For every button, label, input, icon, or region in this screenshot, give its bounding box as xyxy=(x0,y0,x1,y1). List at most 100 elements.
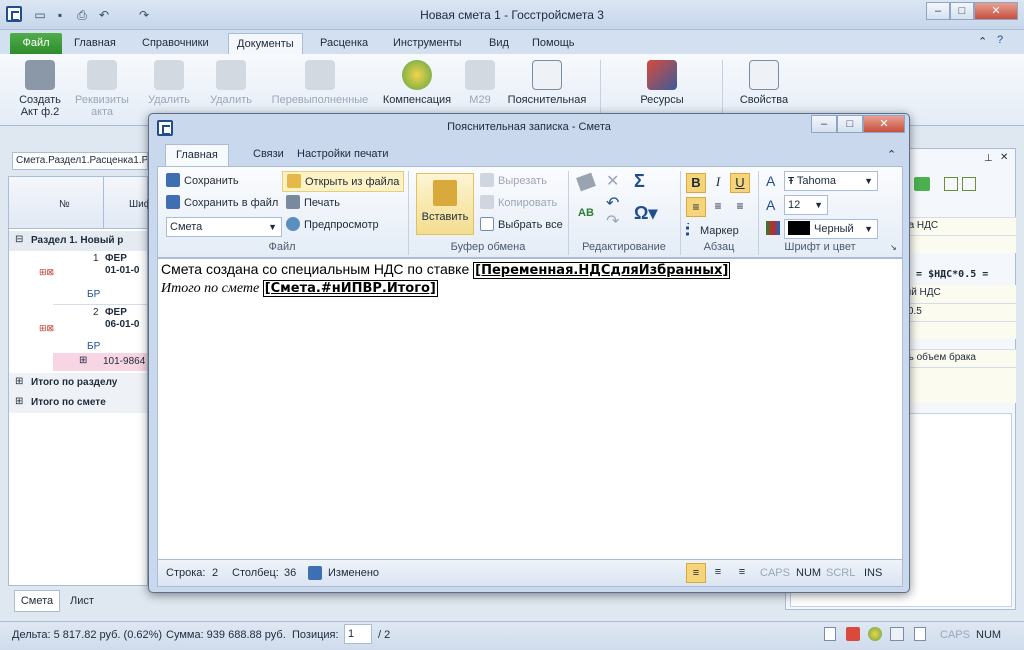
coin-icon[interactable] xyxy=(868,627,882,641)
resource-code: 101-9864 xyxy=(103,356,146,367)
estimate-total-row[interactable]: ⊞ Итого по смете xyxy=(9,393,147,413)
align-left-button[interactable]: ≡ xyxy=(686,563,706,583)
expand-icon[interactable]: ⊞⊠ xyxy=(39,323,54,334)
dialog-title: Пояснительная записка - Смета xyxy=(447,121,611,133)
tab-tools[interactable]: Инструменты xyxy=(385,33,470,54)
symbol-icon[interactable]: Ω▾ xyxy=(634,203,657,224)
delete-button-1[interactable]: Удалить xyxy=(142,60,196,106)
note-editor[interactable]: Смета создана со специальным НДС по став… xyxy=(157,258,903,560)
template-select[interactable]: Смета ▼ xyxy=(166,217,282,237)
list-icon[interactable] xyxy=(944,177,958,191)
delete-button-2[interactable]: Удалить xyxy=(204,60,258,106)
minimize-button[interactable]: – xyxy=(926,2,950,20)
tab-references[interactable]: Справочники xyxy=(134,33,217,54)
tab-file[interactable]: Файл xyxy=(10,33,62,54)
print-button[interactable]: Печать xyxy=(286,195,340,210)
redo-icon[interactable]: ↷ xyxy=(606,211,619,231)
dialog-close-button[interactable]: ✕ xyxy=(863,115,905,133)
collapse-ribbon-icon[interactable]: ⌃ xyxy=(887,148,896,161)
open-from-file-button[interactable]: Открыть из файла xyxy=(282,171,405,192)
tab-estimate[interactable]: Смета xyxy=(14,590,60,612)
font-color-select[interactable]: Черный ▼ xyxy=(784,219,878,239)
excel-icon[interactable] xyxy=(914,177,930,191)
dialog-maximize-button[interactable]: □ xyxy=(837,115,863,133)
underline-button[interactable]: U xyxy=(730,173,750,193)
close-button[interactable]: ✕ xyxy=(974,2,1018,20)
select-all-button[interactable]: Выбрать все xyxy=(480,217,563,232)
expand-icon[interactable]: ⊞ xyxy=(15,376,23,387)
tab-home[interactable]: Главная xyxy=(66,33,124,54)
col-number-header[interactable]: № xyxy=(59,199,70,210)
collapse-ribbon-icon[interactable]: ⌃ xyxy=(978,35,987,48)
section-row[interactable]: ⊟ Раздел 1. Новый р xyxy=(9,231,147,251)
spellcheck-icon[interactable]: AB xyxy=(578,207,594,219)
dialog-minimize-button[interactable]: – xyxy=(811,115,837,133)
properties-icon xyxy=(749,60,779,90)
sum-icon[interactable]: Σ xyxy=(634,171,645,192)
resources-icon[interactable] xyxy=(846,627,860,641)
breadcrumb[interactable]: Смета.Раздел1.Расценка1.Р xyxy=(12,152,148,170)
align-left-button[interactable]: ≡ xyxy=(686,197,706,217)
eraser-icon[interactable] xyxy=(576,172,596,192)
explanatory-note-button[interactable]: Пояснительная xyxy=(504,60,590,106)
align-center-button[interactable]: ≡ xyxy=(708,197,728,217)
align-center-button[interactable]: ≡ xyxy=(708,563,728,583)
font-family-select[interactable]: Ŧ Tahoma ▼ xyxy=(784,171,878,191)
table-row[interactable]: ⊞⊠ 2 ФЕР 06-01-0 БР xyxy=(39,305,147,355)
delete-label-2: Удалить xyxy=(210,94,252,106)
col-label: Столбец: xyxy=(232,567,279,579)
tab-rate[interactable]: Расценка xyxy=(312,33,376,54)
save-to-file-button[interactable]: Сохранить в файл xyxy=(166,195,278,210)
variable-field[interactable]: [Переменная.НДСдляИзбранных] xyxy=(473,262,731,279)
title-bar: ▭ ▪ ⎙ ↶ ↷ Новая смета 1 - Госстройсмета … xyxy=(0,0,1024,30)
preview-button[interactable]: Предпросмотр xyxy=(286,217,379,232)
act-details-button[interactable]: Реквизиты акта xyxy=(74,60,130,118)
collapse-icon[interactable]: ⊟ xyxy=(15,234,23,245)
overfulfilled-button[interactable]: Перевыполненные xyxy=(266,60,374,106)
undo-icon[interactable]: ↶ xyxy=(606,193,619,213)
table-row[interactable]: ⊞⊠ 1 ФЕР 01-01-0 БР xyxy=(39,251,147,305)
delta-text: Дельта: 5 817.82 руб. (0.62%) xyxy=(12,629,163,641)
compensation-button[interactable]: Компенсация xyxy=(380,60,454,106)
estimate-grid: № Шиф ⊟ Раздел 1. Новый р ⊞⊠ 1 ФЕР 01-01… xyxy=(8,176,152,586)
maximize-button[interactable]: □ xyxy=(950,2,974,20)
save-button[interactable]: Сохранить xyxy=(166,173,239,188)
expand-icon[interactable]: ⊞⊠ xyxy=(39,267,54,278)
total-field[interactable]: [Смета.#нИПВР.Итого] xyxy=(262,280,438,297)
align-right-button[interactable]: ≡ xyxy=(730,197,750,217)
notepad-icon[interactable] xyxy=(890,627,904,641)
align-right-button[interactable]: ≡ xyxy=(732,563,752,583)
tab-view[interactable]: Вид xyxy=(481,33,517,54)
page-icon[interactable] xyxy=(824,627,836,641)
help-icon[interactable]: ? xyxy=(997,34,1003,46)
resource-row[interactable]: ⊞ 101-9864 xyxy=(53,353,147,371)
dialog-launcher-icon[interactable]: ↘ xyxy=(890,243,897,252)
tab-sheet[interactable]: Лист xyxy=(62,592,102,612)
marker-button[interactable]: Маркер xyxy=(686,223,739,238)
m29-button[interactable]: М29 xyxy=(460,60,500,106)
font-size-select[interactable]: 12 ▼ xyxy=(784,195,828,215)
bold-button[interactable]: B xyxy=(686,173,706,193)
create-act-button[interactable]: Создать Акт ф.2 xyxy=(14,60,66,118)
resources-button[interactable]: Ресурсы xyxy=(632,60,692,106)
dialog-tab-home[interactable]: Главная xyxy=(165,144,229,166)
copy-button[interactable]: Копировать xyxy=(480,195,557,210)
dialog-tab-print-settings[interactable]: Настройки печати xyxy=(287,144,399,166)
expand-icon[interactable]: ⊞ xyxy=(15,396,23,407)
tab-help[interactable]: Помощь xyxy=(524,33,583,54)
cut-button[interactable]: Вырезать xyxy=(480,173,547,188)
italic-button[interactable]: I xyxy=(708,173,728,193)
properties-button[interactable]: Свойства xyxy=(734,60,794,106)
paste-button[interactable]: Вставить xyxy=(416,173,474,235)
pin-icon[interactable]: ⊥ xyxy=(984,153,993,164)
page-icon[interactable] xyxy=(914,627,926,641)
expand-icon[interactable]: ⊞ xyxy=(79,355,87,366)
section-total-row[interactable]: ⊞ Итого по разделу xyxy=(9,373,147,393)
tab-documents[interactable]: Документы xyxy=(228,33,303,54)
group-clipboard-label: Буфер обмена xyxy=(450,241,526,253)
position-input[interactable]: 1 xyxy=(344,624,372,644)
close-panel-icon[interactable]: ✕ xyxy=(1000,152,1008,163)
num-indicator: NUM xyxy=(796,567,822,579)
clear-icon[interactable]: ✕ xyxy=(606,171,619,191)
list-icon[interactable] xyxy=(962,177,976,191)
